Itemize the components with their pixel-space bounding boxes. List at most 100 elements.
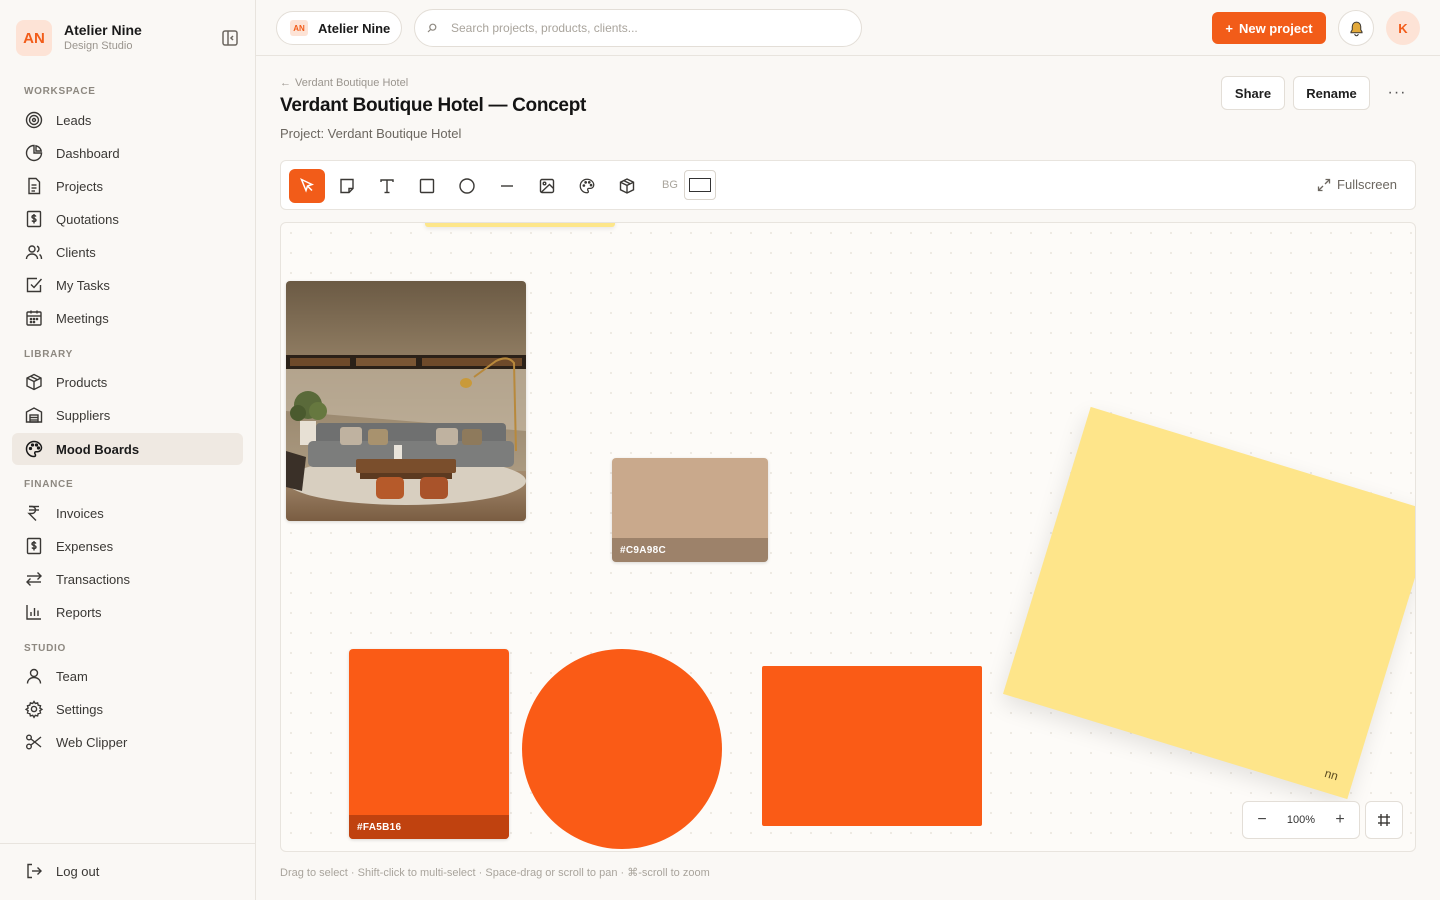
logout-button[interactable]: Log out [12,855,243,887]
dollar-doc-icon [26,210,42,228]
square-icon [419,178,435,194]
fullscreen-button[interactable]: Fullscreen [1317,177,1397,192]
canvas-hint: Drag to select · Shift-click to multi-se… [280,867,710,879]
sidebar-item-my-tasks[interactable]: My Tasks [12,269,243,301]
sidebar-item-label: Projects [56,178,103,194]
scissors-icon [26,734,42,750]
background-color-picker[interactable] [684,170,716,200]
brand[interactable]: AN Atelier Nine Design Studio [16,20,240,56]
cursor-icon [300,177,315,193]
workspace-logo: AN [290,20,308,36]
more-options-button[interactable]: ··· [1382,80,1412,106]
sidebar-item-web-clipper[interactable]: Web Clipper [12,726,243,758]
select-tool[interactable] [289,169,325,203]
background-label: BG [662,179,678,191]
sidebar-item-label: Reports [56,604,102,620]
workspace-switcher[interactable]: AN Atelier Nine [276,11,402,45]
sidebar: AN Atelier Nine Design Studio WORKSPACE … [0,0,256,900]
image-icon [539,178,555,194]
mood-board-canvas[interactable]: #C9A98C #FA5B16 uu − 100% + [280,222,1416,852]
sidebar-item-label: Transactions [56,571,130,587]
zoom-controls: − 100% + [1242,801,1360,839]
ellipse-tool[interactable] [449,169,485,203]
sidebar-item-transactions[interactable]: Transactions [12,563,243,595]
share-button[interactable]: Share [1221,76,1285,110]
breadcrumb[interactable]: ← Verdant Boutique Hotel [280,77,408,89]
swatch-hex-label: #C9A98C [612,538,768,562]
page-title: Verdant Boutique Hotel — Concept [280,95,587,116]
brand-subtitle: Design Studio [64,40,133,52]
logout-label: Log out [56,863,100,879]
document-icon [28,177,41,195]
sticky-note-text[interactable]: uu [1322,768,1339,785]
orange-circle-shape[interactable] [522,649,722,849]
sidebar-item-leads[interactable]: Leads [12,104,243,136]
sidebar-item-label: Suppliers [56,407,111,423]
sidebar-footer [0,843,255,844]
sidebar-item-label: Clients [56,244,96,260]
rename-button[interactable]: Rename [1293,76,1370,110]
sidebar-item-invoices[interactable]: Invoices [12,497,243,529]
users-icon [25,245,43,260]
sidebar-item-settings[interactable]: Settings [12,693,243,725]
text-icon [380,179,394,194]
dollar-doc-icon [26,537,42,555]
new-project-label: New project [1238,20,1313,36]
sidebar-collapse-icon[interactable] [220,28,240,48]
sidebar-item-dashboard[interactable]: Dashboard [12,137,243,169]
plus-icon: + [1225,20,1233,36]
image-tool[interactable] [529,169,565,203]
user-icon [26,668,42,684]
workspace-name: Atelier Nine [318,20,391,36]
notifications-button[interactable] [1338,10,1374,46]
fullscreen-label: Fullscreen [1337,177,1397,192]
color-swatch-tan[interactable]: #C9A98C [612,458,768,562]
sidebar-item-reports[interactable]: Reports [12,596,243,628]
sidebar-item-expenses[interactable]: Expenses [12,530,243,562]
sidebar-item-products[interactable]: Products [12,366,243,398]
sidebar-item-meetings[interactable]: Meetings [12,302,243,334]
target-icon [25,111,43,129]
sidebar-item-label: Settings [56,701,103,717]
note-tool[interactable] [329,169,365,203]
sidebar-item-label: Expenses [56,538,114,554]
sidebar-item-suppliers[interactable]: Suppliers [12,399,243,431]
expand-icon [1317,178,1331,191]
breadcrumb-label: Verdant Boutique Hotel [295,77,409,89]
sidebar-item-projects[interactable]: Projects [12,170,243,202]
search-input[interactable] [451,21,831,35]
color-swatch-orange[interactable]: #FA5B16 [349,649,509,839]
sticky-note-large[interactable]: uu [1003,406,1415,800]
sidebar-item-label: Meetings [56,310,109,326]
sidebar-item-team[interactable]: Team [12,660,243,692]
sidebar-item-mood-boards[interactable]: Mood Boards [12,433,243,465]
text-tool[interactable] [369,169,405,203]
user-avatar[interactable]: K [1386,11,1420,45]
sticky-note-icon [340,178,354,194]
palette-tool[interactable] [569,169,605,203]
circle-icon [459,178,475,194]
rectangle-tool[interactable] [409,169,445,203]
zoom-level: 100% [1286,814,1316,826]
sidebar-item-quotations[interactable]: Quotations [12,203,243,235]
sidebar-item-label: Dashboard [56,145,120,161]
zoom-out-button[interactable]: − [1255,811,1269,829]
search-bar[interactable] [414,9,862,47]
zoom-in-button[interactable]: + [1333,811,1347,829]
warehouse-icon [25,407,43,423]
swatch-color [349,649,509,839]
grid-toggle-button[interactable] [1365,801,1403,839]
new-project-button[interactable]: + New project [1212,12,1326,44]
sidebar-item-clients[interactable]: Clients [12,236,243,268]
back-arrow-icon: ← [280,77,291,89]
line-tool[interactable] [489,169,525,203]
orange-rectangle-shape[interactable] [762,666,982,826]
3d-box-tool[interactable] [609,169,645,203]
arrows-icon [26,572,42,586]
sidebar-item-label: Mood Boards [56,441,140,457]
sidebar-item-label: Leads [56,112,92,128]
topbar: AN Atelier Nine + New project K [256,0,1440,56]
interior-photo[interactable] [286,281,526,521]
sidebar-item-label: Team [56,668,88,684]
sticky-note[interactable] [425,223,615,227]
